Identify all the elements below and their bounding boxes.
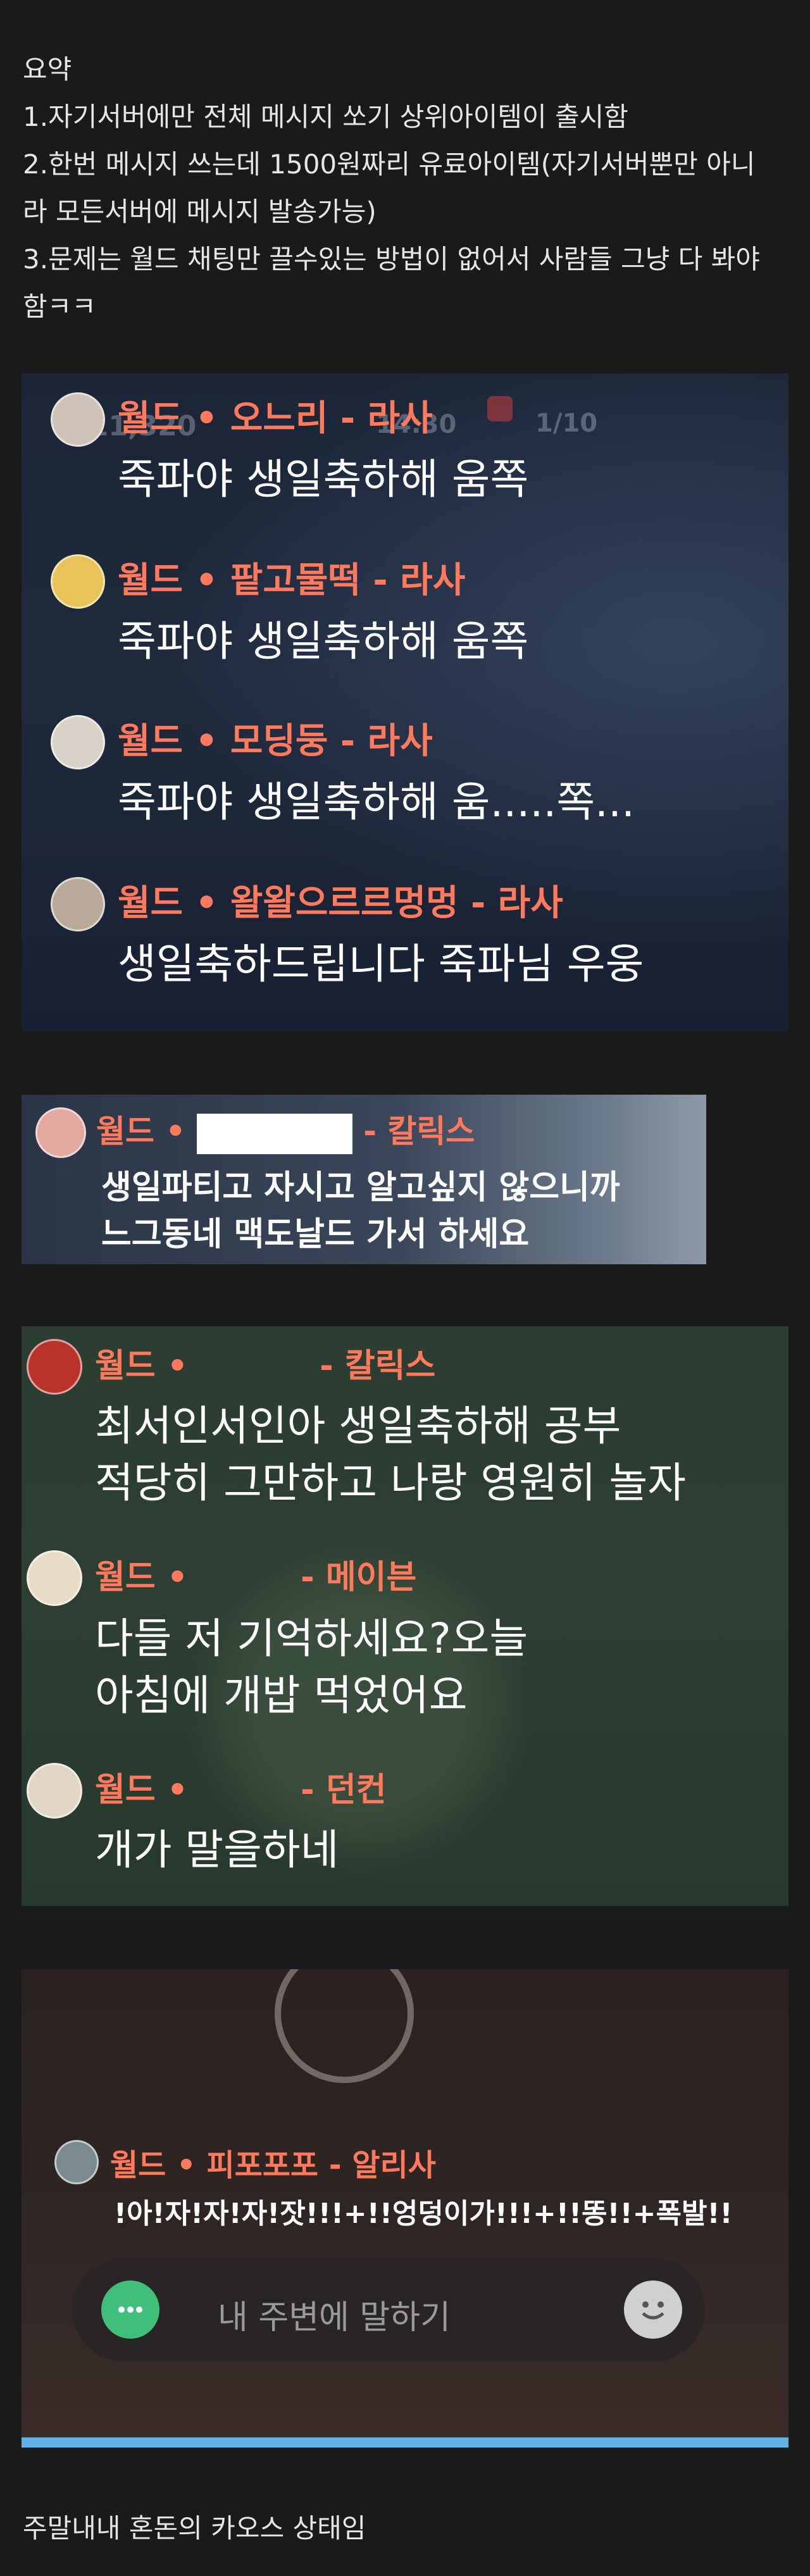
summary-line: 함ㅋㅋ bbox=[23, 291, 96, 322]
chat-bubble-icon[interactable] bbox=[101, 2280, 159, 2339]
game-chat-screenshot-3: 월드 • - 칼릭스 최서인서인아 생일축하해 공부 적당히 그만하고 나랑 영… bbox=[22, 1326, 788, 1906]
message-text: 최서인서인아 생일축하해 공부 bbox=[95, 1402, 621, 1450]
summary-line: 3.문제는 월드 채팅만 끌수있는 방법이 없어서 사람들 그냥 다 봐야 bbox=[23, 244, 760, 275]
server-name: 라사 bbox=[367, 398, 433, 439]
game-chat-screenshot-1: 311,320 14:30 1/10 월드 • 오느리 - 라사 죽파야 생일축… bbox=[22, 373, 788, 1031]
avatar bbox=[51, 877, 105, 931]
server-name: 알리사 bbox=[352, 2148, 436, 2183]
message-text: !아!자!자!자!잣!!!+!!엉덩이가!!!+!!똥!!+폭발!! bbox=[114, 2198, 733, 2230]
channel-label: 월드 bbox=[96, 1113, 154, 1150]
server-name: 칼릭스 bbox=[344, 1347, 436, 1385]
summary-line: 1.자기서버에만 전체 메시지 쏘기 상위아이템이 출시함 bbox=[23, 101, 628, 132]
player-name: 팥고물떡 bbox=[230, 560, 361, 601]
message-text: 개가 말을하네 bbox=[95, 1826, 339, 1874]
player-name: 왈왈으르르멍멍 bbox=[230, 883, 459, 924]
channel-label: 월드 bbox=[118, 560, 184, 601]
channel-label: 월드 bbox=[110, 2148, 166, 2183]
channel-label: 월드 bbox=[95, 1771, 156, 1809]
player-name: 모딩둥 bbox=[230, 721, 328, 762]
player-name: 피포포포 bbox=[206, 2148, 319, 2183]
channel-label: 월드 bbox=[95, 1347, 156, 1385]
message-text: 죽파야 생일축하해 움쪽 bbox=[118, 617, 529, 666]
avatar bbox=[51, 392, 105, 447]
server-name: 칼릭스 bbox=[387, 1113, 475, 1150]
message-text: 죽파야 생일축하해 움쪽 bbox=[118, 455, 529, 504]
summary-line: 라 모든서버에 메시지 발송가능) bbox=[23, 196, 377, 227]
avatar bbox=[35, 1107, 86, 1158]
avatar bbox=[27, 1550, 82, 1606]
message-text: 생일축하드립니다 죽파님 우웅 bbox=[118, 940, 644, 988]
avatar bbox=[51, 715, 105, 769]
avatar bbox=[27, 1763, 82, 1819]
server-name: 메이븐 bbox=[325, 1559, 417, 1596]
message-text: 죽파야 생일축하해 움.....쪽... bbox=[118, 778, 635, 826]
chat-input-bar[interactable]: 내 주변에 말하기 bbox=[72, 2258, 705, 2361]
server-name: 라사 bbox=[497, 883, 563, 924]
server-name: 라사 bbox=[367, 721, 433, 762]
avatar bbox=[54, 2140, 99, 2184]
summary-line: 요약 bbox=[23, 54, 72, 85]
message-text: 다들 저 기억하세요?오늘 bbox=[95, 1614, 528, 1663]
channel-label: 월드 bbox=[118, 883, 184, 924]
avatar bbox=[27, 1339, 82, 1395]
channel-label: 월드 bbox=[118, 721, 184, 762]
message-text: 생일파티고 자시고 알고싶지 않으니까 bbox=[101, 1169, 620, 1207]
hud-badge-icon bbox=[487, 396, 513, 421]
chat-input-placeholder[interactable]: 내 주변에 말하기 bbox=[218, 2291, 451, 2338]
message-text: 적당히 그만하고 나랑 영원히 놀자 bbox=[95, 1459, 686, 1507]
summary-line: 2.한번 메시지 쓰는데 1500원짜리 유료아이템(자기서버뿐만 아니 bbox=[23, 149, 756, 180]
channel-label: 월드 bbox=[118, 398, 184, 439]
server-name: 라사 bbox=[400, 560, 466, 601]
footer-text: 주말내내 혼돈의 카오스 상태임 bbox=[23, 2513, 366, 2544]
message-text: 느그동네 맥도날드 가서 하세요 bbox=[101, 1216, 530, 1254]
emoji-icon[interactable] bbox=[624, 2280, 682, 2339]
game-chat-screenshot-4: 월드 • 피포포포 - 알리사 !아!자!자!자!잣!!!+!!엉덩이가!!!+… bbox=[22, 1969, 788, 2448]
avatar bbox=[51, 554, 105, 609]
hud-count: 1/10 bbox=[535, 409, 598, 438]
redacted-name bbox=[196, 1113, 352, 1154]
game-chat-screenshot-2: 월드 • - 칼릭스 생일파티고 자시고 알고싶지 않으니까 느그동네 맥도날드… bbox=[22, 1095, 706, 1264]
server-name: 던컨 bbox=[325, 1771, 387, 1809]
loading-ring-icon bbox=[275, 1969, 414, 2083]
summary-text: 요약 1.자기서버에만 전체 메시지 쏘기 상위아이템이 출시함 2.한번 메시… bbox=[23, 46, 782, 330]
channel-label: 월드 bbox=[95, 1559, 156, 1596]
progress-bar bbox=[22, 2437, 788, 2448]
message-text: 아침에 개밥 먹었어요 bbox=[95, 1671, 468, 1720]
player-name: 오느리 bbox=[230, 398, 328, 439]
